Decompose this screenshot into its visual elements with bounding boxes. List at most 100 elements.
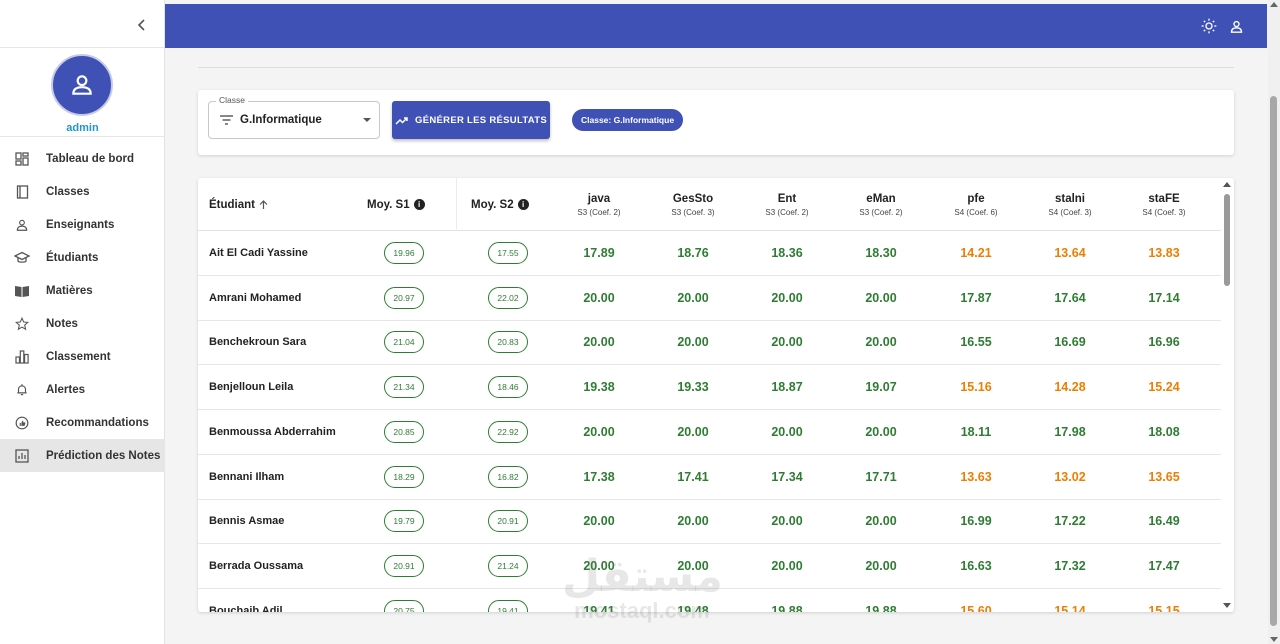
- student-name: Berrada Oussama: [209, 559, 304, 572]
- sidebar-item-label: Prédiction des Notes: [46, 449, 161, 462]
- predicted-grade: 13.02: [1054, 469, 1086, 484]
- predicted-grade: 17.47: [1148, 558, 1180, 573]
- predicted-grade: 17.41: [677, 469, 709, 484]
- header-subject[interactable]: stalni S4 (Coef. 3): [1020, 178, 1120, 231]
- predicted-grade: 16.63: [960, 558, 992, 573]
- info-icon[interactable]: i: [517, 199, 529, 210]
- table-row[interactable]: Benchekroun Sara 21.04 20.83 20.00 20.00 20.0…: [198, 320, 1221, 366]
- header-subject[interactable]: staFE S4 (Coef. 3): [1114, 178, 1214, 231]
- predicted-grade: 20.00: [865, 558, 897, 573]
- header-subject-name: java: [587, 192, 611, 205]
- table-row[interactable]: Bennis Asmae 19.79 20.91 20.00 20.00 20.00 20.…: [198, 499, 1221, 545]
- predicted-grade: 20.00: [677, 558, 709, 573]
- average-s2-badge: 17.55: [488, 242, 528, 264]
- sidebar-item-classes[interactable]: Classes: [0, 175, 165, 208]
- average-s1-badge: 19.96: [384, 242, 424, 264]
- predicted-grade: 15.60: [960, 603, 992, 612]
- header-s1-label: Moy. S1: [367, 198, 410, 211]
- predicted-grade: 17.89: [583, 246, 615, 260]
- header-student-label: Étudiant: [209, 198, 255, 211]
- sidebar-item-notes[interactable]: Notes: [0, 307, 165, 340]
- account-button[interactable]: [1227, 17, 1245, 35]
- average-s1-badge: 21.34: [384, 376, 424, 399]
- scroll-up-icon[interactable]: [1270, 2, 1278, 7]
- average-s1-badge: 19.79: [384, 510, 424, 533]
- predicted-grade: 18.87: [771, 380, 803, 395]
- username: admin: [66, 122, 99, 134]
- table-row[interactable]: Amrani Mohamed 20.97 22.02 20.00 20.00 20.00 2…: [198, 276, 1221, 321]
- table-row[interactable]: Ait El Cadi Yassine 19.96 17.55 17.89 18.76 1…: [198, 231, 1221, 276]
- collapse-sidebar-button[interactable]: [134, 18, 150, 34]
- predicted-grade: 17.87: [960, 290, 992, 305]
- sidebar-item-label: Recommandations: [46, 416, 149, 429]
- page-scrollbar[interactable]: [1268, 0, 1280, 644]
- table-row[interactable]: Bennani Ilham 18.29 16.82 17.38 17.41 17.34 17…: [198, 455, 1221, 500]
- scroll-down-icon[interactable]: [1223, 603, 1231, 608]
- table-scrollbar[interactable]: [1223, 182, 1231, 608]
- header-subject-name: eMan: [866, 192, 896, 205]
- scroll-thumb[interactable]: [1270, 96, 1277, 626]
- header-student[interactable]: Étudiant: [209, 178, 268, 231]
- header-subject[interactable]: Ent S3 (Coef. 2): [737, 178, 837, 231]
- sidebar: admin Tableau de bord Classes Enseignants É…: [0, 0, 165, 644]
- sidebar-item-tableau-de-bord[interactable]: Tableau de bord: [0, 142, 165, 175]
- header-subject[interactable]: eMan S3 (Coef. 2): [831, 178, 931, 231]
- sidebar-item-alertes[interactable]: Alertes: [0, 373, 165, 406]
- predicted-grade: 20.00: [865, 335, 897, 350]
- scroll-down-icon[interactable]: [1270, 637, 1278, 642]
- trending-up-icon: [395, 116, 408, 125]
- predicted-grade: 16.55: [960, 335, 992, 350]
- header-subject-coef: S3 (Coef. 2): [859, 207, 903, 217]
- average-s1-badge: 20.85: [384, 420, 424, 443]
- alarm-icon: [14, 382, 30, 398]
- predicted-grade: 20.00: [677, 514, 709, 529]
- predicted-grade: 20.00: [583, 424, 615, 439]
- average-s2-badge: 21.24: [488, 554, 528, 577]
- table-row[interactable]: Berrada Oussama 20.91 21.24 20.00 20.00 20.00…: [198, 544, 1221, 589]
- predicted-grade: 20.00: [677, 424, 709, 439]
- predicted-grade: 16.99: [960, 514, 992, 529]
- predicted-grade: 15.24: [1148, 380, 1180, 395]
- header-s2[interactable]: Moy. S2 i: [471, 178, 529, 231]
- scroll-thumb[interactable]: [1224, 194, 1230, 286]
- predicted-grade: 13.83: [1148, 246, 1180, 260]
- header-s1[interactable]: Moy. S1 i: [367, 178, 425, 231]
- average-s2-badge: 22.02: [488, 286, 528, 309]
- header-subject-coef: S3 (Coef. 2): [765, 207, 809, 217]
- header-subject-name: stalni: [1054, 192, 1086, 205]
- avatar[interactable]: [51, 54, 113, 116]
- book-icon: [14, 184, 30, 200]
- student-name: Ait El Cadi Yassine: [209, 247, 308, 259]
- sidebar-item-etudiants[interactable]: Étudiants: [0, 241, 165, 274]
- predicted-grade: 20.00: [771, 335, 803, 350]
- table-row[interactable]: Benjelloun Leila 21.34 18.46 19.38 19.33 18.8…: [198, 365, 1221, 411]
- theme-toggle-button[interactable]: [1200, 17, 1218, 35]
- table-row[interactable]: Bouchaib Adil 20.75 19.41 19.41 19.48 19.88 19…: [198, 589, 1221, 612]
- predicted-grade: 19.38: [583, 380, 615, 395]
- header-subject[interactable]: java S3 (Coef. 2): [549, 178, 649, 231]
- scroll-up-icon[interactable]: [1223, 182, 1231, 187]
- header-subject-coef: S3 (Coef. 2): [577, 207, 621, 217]
- sidebar-item-prediction-des-notes[interactable]: Prédiction des Notes: [0, 439, 165, 472]
- header-subject[interactable]: pfe S4 (Coef. 6): [926, 178, 1026, 231]
- table-row[interactable]: Benmoussa Abderrahim 20.85 22.92 20.00 20.00…: [198, 410, 1221, 455]
- predicted-grade: 20.00: [583, 335, 615, 350]
- sidebar-item-recommandations[interactable]: Recommandations: [0, 406, 165, 439]
- predicted-grade: 19.41: [583, 603, 615, 612]
- predicted-grade: 20.00: [583, 290, 615, 305]
- bar-chart-icon: [14, 349, 30, 365]
- average-s1-badge: 20.75: [384, 599, 424, 612]
- predicted-grade: 20.00: [865, 514, 897, 529]
- header-subject-name: staFE: [1148, 192, 1180, 205]
- predicted-grade: 16.49: [1148, 514, 1180, 529]
- student-name: Benjelloun Leila: [209, 381, 294, 394]
- info-icon[interactable]: i: [413, 199, 425, 210]
- class-select[interactable]: Classe G.Informatique: [208, 95, 380, 139]
- predicted-grade: 20.00: [583, 514, 615, 529]
- arrow-up-icon: [259, 199, 268, 209]
- sidebar-item-enseignants[interactable]: Enseignants: [0, 208, 165, 241]
- generate-results-button[interactable]: GÉNÉRER LES RÉSULTATS: [392, 101, 550, 139]
- sidebar-item-classement[interactable]: Classement: [0, 340, 165, 373]
- sidebar-item-matieres[interactable]: Matières: [0, 274, 165, 307]
- header-subject[interactable]: GesSto S3 (Coef. 3): [643, 178, 743, 231]
